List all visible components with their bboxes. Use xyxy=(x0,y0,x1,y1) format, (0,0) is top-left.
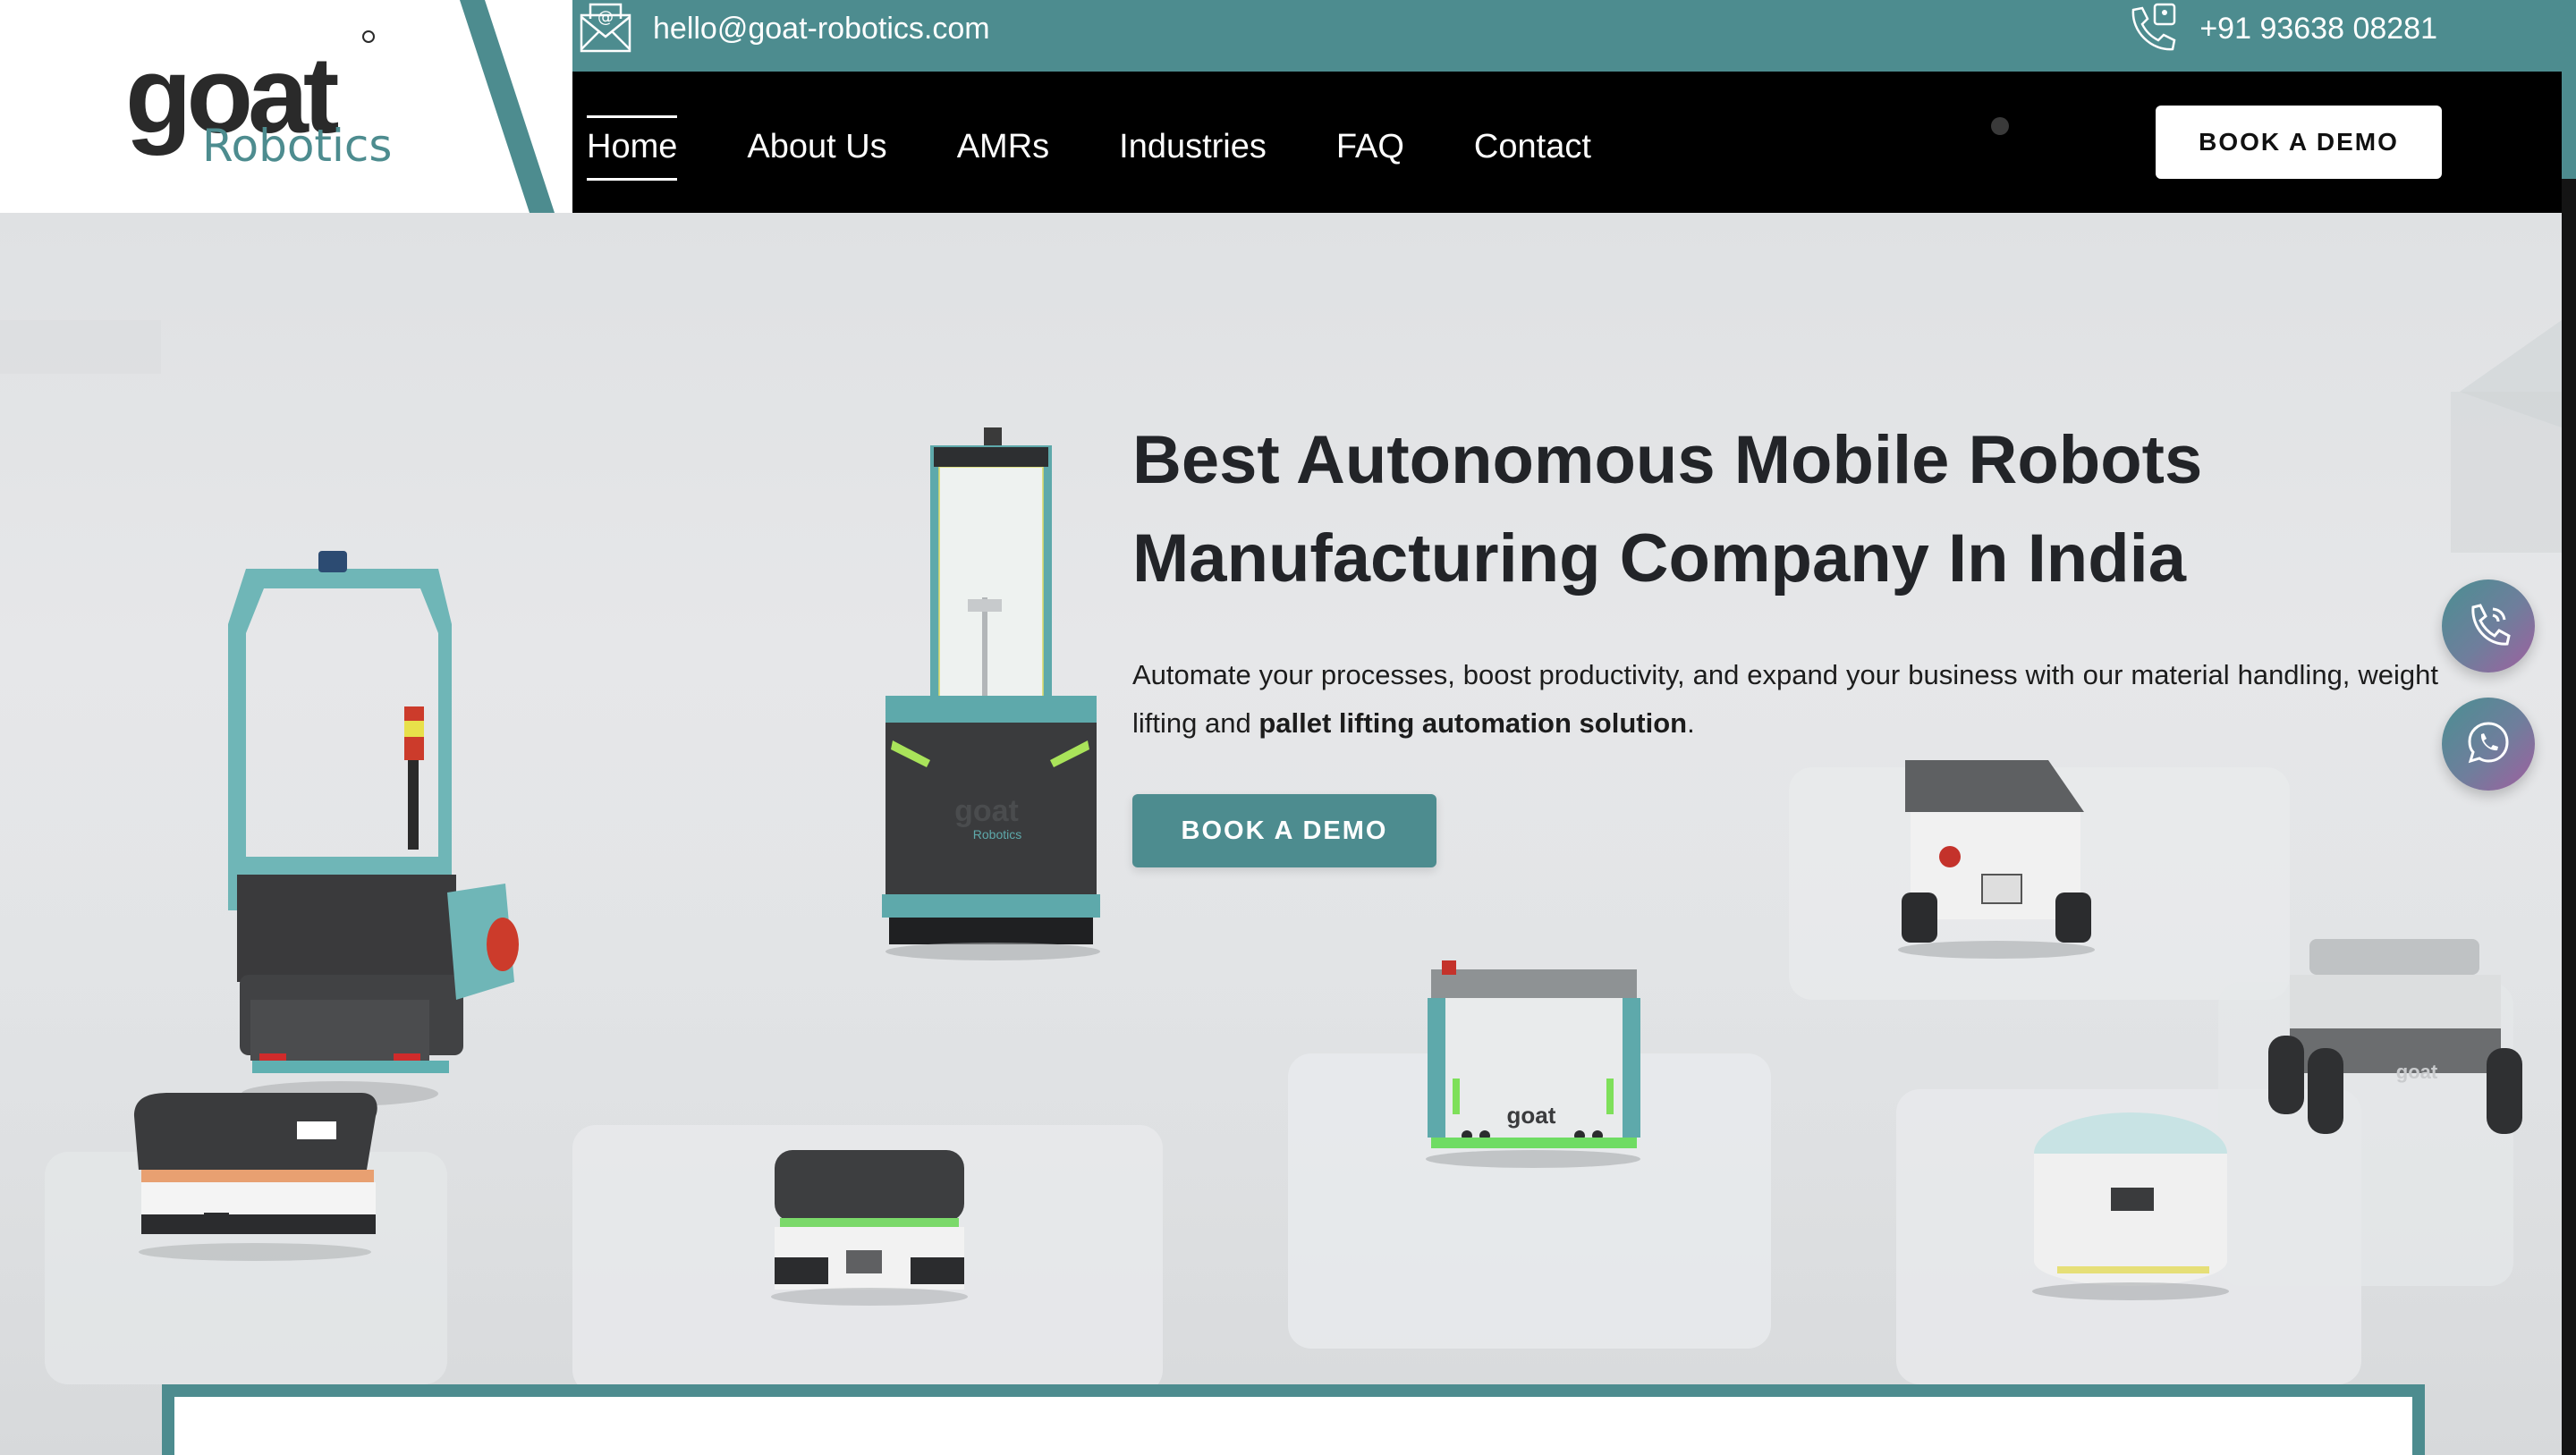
phone-icon xyxy=(2464,600,2512,653)
hero-title: Best Autonomous Mobile Robots Manufactur… xyxy=(1132,411,2438,608)
robot-brand-mark-2: goat xyxy=(1507,1102,1556,1129)
content-card-frame xyxy=(162,1384,2425,1455)
nav-home[interactable]: Home xyxy=(587,114,678,181)
floating-call-button[interactable] xyxy=(2442,579,2535,673)
robot-brand-sub: Robotics xyxy=(973,827,1021,842)
robot-brand-mark: goat xyxy=(954,794,1019,828)
whatsapp-icon xyxy=(2464,718,2512,771)
hero-description: Automate your processes, boost productiv… xyxy=(1132,651,2438,748)
hero-title-line1: Best Autonomous Mobile Robots xyxy=(1132,422,2203,498)
svg-text:@: @ xyxy=(597,8,614,27)
email-address[interactable]: hello@goat-robotics.com xyxy=(653,12,990,47)
envelope-at-icon: @ xyxy=(578,1,633,56)
hero-title-line2: Manufacturing Company In India xyxy=(1132,520,2187,596)
hero-description-bold: pallet lifting automation solution xyxy=(1258,707,1688,739)
robot-brand-mark-3: goat xyxy=(2396,1061,2438,1083)
nav-indicator-dot xyxy=(1991,117,2009,135)
nav-amrs[interactable]: AMRs xyxy=(957,121,1049,173)
topbar-phone[interactable]: +91 93638 08281 xyxy=(2124,0,2437,57)
nav-industries[interactable]: Industries xyxy=(1119,121,1267,173)
header-diagonal-accent xyxy=(451,0,572,213)
primary-nav: Home About Us AMRs Industries FAQ Contac… xyxy=(587,114,1661,181)
scrollbar-thumb[interactable] xyxy=(2562,0,2576,179)
hero-section: goat Robotics goat goat Best Autonomous … xyxy=(0,213,2562,1455)
book-demo-header-button[interactable]: BOOK A DEMO xyxy=(2156,106,2442,179)
phone-number[interactable]: +91 93638 08281 xyxy=(2199,12,2437,47)
book-demo-hero-button[interactable]: BOOK A DEMO xyxy=(1132,794,1436,867)
nav-faq[interactable]: FAQ xyxy=(1336,121,1404,173)
nav-contact[interactable]: Contact xyxy=(1474,121,1591,173)
hero-text-block: Best Autonomous Mobile Robots Manufactur… xyxy=(1132,411,2438,867)
floating-whatsapp-button[interactable] xyxy=(2442,698,2535,791)
hero-description-end: . xyxy=(1687,707,1695,739)
topbar-email[interactable]: @ hello@goat-robotics.com xyxy=(578,0,990,57)
page-scrollbar[interactable] xyxy=(2562,0,2576,1455)
phone-icon xyxy=(2124,1,2180,56)
nav-about-us[interactable]: About Us xyxy=(747,121,886,173)
